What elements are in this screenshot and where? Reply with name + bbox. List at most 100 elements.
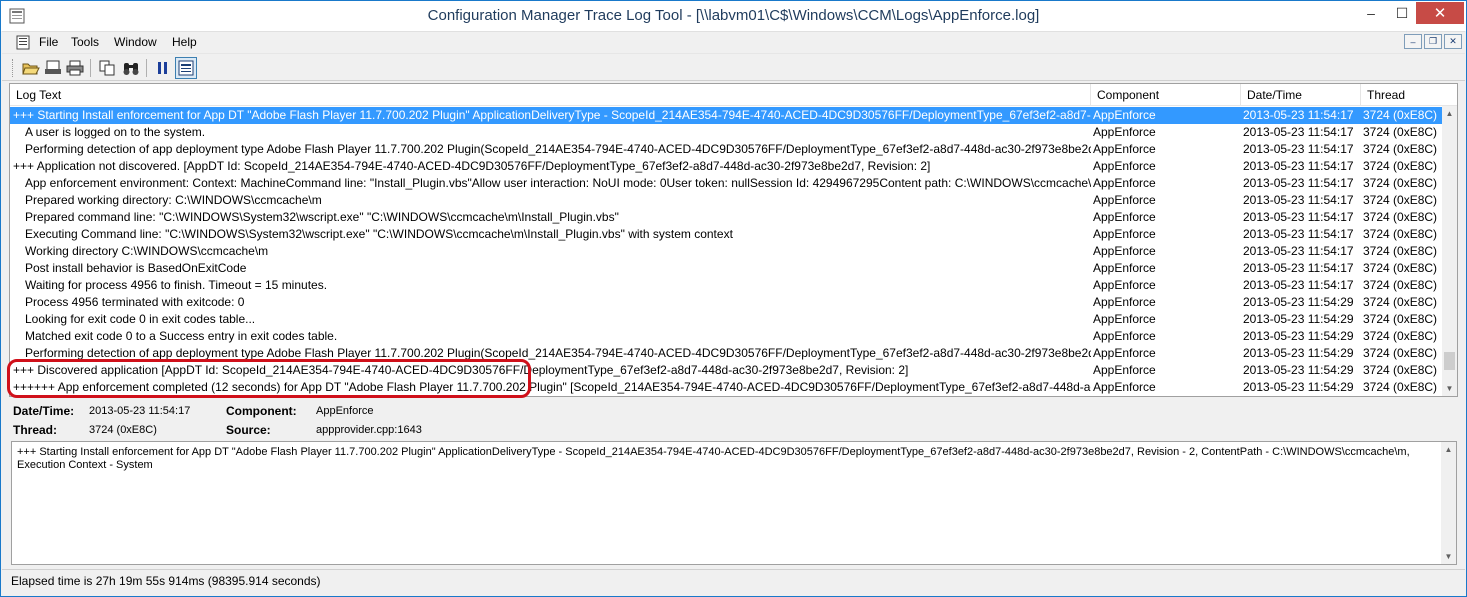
datetime-label: Date/Time: bbox=[13, 404, 75, 418]
table-row[interactable]: Matched exit code 0 to a Success entry i… bbox=[10, 328, 1442, 345]
row-thread: 3724 (0xE8C) bbox=[1363, 312, 1438, 326]
row-log-text: Performing detection of app deployment t… bbox=[25, 346, 1091, 360]
menu-tools[interactable]: Tools bbox=[71, 35, 99, 49]
table-row[interactable]: Working directory C:\WINDOWS\ccmcache\m A… bbox=[10, 243, 1442, 260]
row-component: AppEnforce bbox=[1093, 295, 1156, 309]
minimize-button[interactable]: – bbox=[1356, 2, 1386, 24]
find-icon[interactable] bbox=[120, 57, 142, 79]
table-row[interactable]: +++ Starting Install enforcement for App… bbox=[10, 107, 1442, 124]
mdi-minimize-button[interactable]: – bbox=[1404, 34, 1422, 49]
print-icon[interactable] bbox=[64, 57, 86, 79]
row-date-time: 2013-05-23 11:54:17 bbox=[1243, 261, 1354, 275]
trace-log-window: Configuration Manager Trace Log Tool - [… bbox=[0, 0, 1467, 597]
pause-icon[interactable] bbox=[152, 57, 174, 79]
column-header-date-time[interactable]: Date/Time bbox=[1241, 84, 1361, 106]
thread-label: Thread: bbox=[13, 423, 58, 437]
scroll-down-icon[interactable]: ▼ bbox=[1441, 549, 1456, 564]
maximize-button[interactable]: ☐ bbox=[1387, 2, 1417, 24]
column-header-log-text[interactable]: Log Text bbox=[10, 84, 1091, 106]
title-bar[interactable]: Configuration Manager Trace Log Tool - [… bbox=[1, 1, 1466, 31]
row-log-text: Performing detection of app deployment t… bbox=[25, 142, 1091, 156]
row-date-time: 2013-05-23 11:54:17 bbox=[1243, 210, 1354, 224]
highlight-icon[interactable] bbox=[175, 57, 197, 79]
toolbar-separator bbox=[146, 59, 147, 77]
table-row[interactable]: Executing Command line: "C:\WINDOWS\Syst… bbox=[10, 226, 1442, 243]
row-date-time: 2013-05-23 11:54:29 bbox=[1243, 346, 1354, 360]
table-row[interactable]: +++ Discovered application [AppDT Id: Sc… bbox=[10, 362, 1442, 379]
copy-icon[interactable] bbox=[96, 57, 118, 79]
row-thread: 3724 (0xE8C) bbox=[1363, 380, 1438, 394]
document-icon[interactable] bbox=[16, 35, 32, 50]
mdi-close-button[interactable]: ✕ bbox=[1444, 34, 1462, 49]
row-component: AppEnforce bbox=[1093, 329, 1156, 343]
log-list[interactable]: Log Text Component Date/Time Thread +++ … bbox=[9, 83, 1458, 397]
table-row[interactable]: Performing detection of app deployment t… bbox=[10, 141, 1442, 158]
message-scrollbar[interactable]: ▲ ▼ bbox=[1441, 442, 1456, 564]
toolbar-grip[interactable] bbox=[12, 59, 15, 77]
row-log-text: Post install behavior is BasedOnExitCode bbox=[25, 261, 247, 275]
row-log-text: Waiting for process 4956 to finish. Time… bbox=[25, 278, 328, 292]
row-thread: 3724 (0xE8C) bbox=[1363, 363, 1438, 377]
log-rows: +++ Starting Install enforcement for App… bbox=[10, 107, 1442, 396]
row-thread: 3724 (0xE8C) bbox=[1363, 244, 1438, 258]
row-component: AppEnforce bbox=[1093, 125, 1156, 139]
toolbar bbox=[2, 53, 1465, 81]
mdi-restore-button[interactable]: ❐ bbox=[1424, 34, 1442, 49]
table-row[interactable]: Prepared working directory: C:\WINDOWS\c… bbox=[10, 192, 1442, 209]
scroll-up-icon[interactable]: ▲ bbox=[1442, 106, 1457, 121]
row-thread: 3724 (0xE8C) bbox=[1363, 142, 1438, 156]
print-preview-icon[interactable] bbox=[42, 57, 64, 79]
row-log-text: Prepared command line: "C:\WINDOWS\Syste… bbox=[25, 210, 619, 224]
datetime-value: 2013-05-23 11:54:17 bbox=[89, 405, 191, 417]
table-row[interactable]: ++++++ App enforcement completed (12 sec… bbox=[10, 379, 1442, 396]
row-date-time: 2013-05-23 11:54:29 bbox=[1243, 363, 1354, 377]
close-button[interactable]: ✕ bbox=[1416, 2, 1464, 24]
table-row[interactable]: Process 4956 terminated with exitcode: 0… bbox=[10, 294, 1442, 311]
table-row[interactable]: Prepared command line: "C:\WINDOWS\Syste… bbox=[10, 209, 1442, 226]
row-component: AppEnforce bbox=[1093, 193, 1156, 207]
row-log-text: +++ Application not discovered. [AppDT I… bbox=[13, 159, 931, 173]
scroll-up-icon[interactable]: ▲ bbox=[1441, 442, 1456, 457]
mdi-controls: – ❐ ✕ bbox=[1404, 34, 1462, 49]
row-log-text: Looking for exit code 0 in exit codes ta… bbox=[25, 312, 256, 326]
table-row[interactable]: Performing detection of app deployment t… bbox=[10, 345, 1442, 362]
scroll-thumb[interactable] bbox=[1444, 352, 1455, 370]
row-thread: 3724 (0xE8C) bbox=[1363, 210, 1438, 224]
table-row[interactable]: Looking for exit code 0 in exit codes ta… bbox=[10, 311, 1442, 328]
details-panel: Date/Time: 2013-05-23 11:54:17 Component… bbox=[9, 399, 1459, 439]
menu-help[interactable]: Help bbox=[172, 35, 197, 49]
status-bar: Elapsed time is 27h 19m 55s 914ms (98395… bbox=[2, 569, 1465, 591]
row-log-text: Matched exit code 0 to a Success entry i… bbox=[25, 329, 338, 343]
row-component: AppEnforce bbox=[1093, 278, 1156, 292]
row-log-text: +++ Discovered application [AppDT Id: Sc… bbox=[13, 363, 909, 377]
table-row[interactable]: App enforcement environment: Context: Ma… bbox=[10, 175, 1442, 192]
row-component: AppEnforce bbox=[1093, 244, 1156, 258]
row-thread: 3724 (0xE8C) bbox=[1363, 159, 1438, 173]
table-row[interactable]: Waiting for process 4956 to finish. Time… bbox=[10, 277, 1442, 294]
thread-value: 3724 (0xE8C) bbox=[89, 424, 157, 436]
message-box[interactable]: +++ Starting Install enforcement for App… bbox=[11, 441, 1457, 565]
menu-file[interactable]: File bbox=[39, 35, 58, 49]
row-date-time: 2013-05-23 11:54:17 bbox=[1243, 193, 1354, 207]
log-list-scrollbar[interactable]: ▲ ▼ bbox=[1442, 106, 1457, 396]
status-text: Elapsed time is 27h 19m 55s 914ms (98395… bbox=[11, 574, 321, 588]
table-row[interactable]: A user is logged on to the system. AppEnf… bbox=[10, 124, 1442, 141]
column-header-component[interactable]: Component bbox=[1091, 84, 1241, 106]
menu-window[interactable]: Window bbox=[114, 35, 157, 49]
row-thread: 3724 (0xE8C) bbox=[1363, 176, 1438, 190]
open-icon[interactable] bbox=[20, 57, 42, 79]
row-component: AppEnforce bbox=[1093, 346, 1156, 360]
row-thread: 3724 (0xE8C) bbox=[1363, 108, 1438, 122]
row-date-time: 2013-05-23 11:54:29 bbox=[1243, 380, 1354, 394]
row-date-time: 2013-05-23 11:54:17 bbox=[1243, 176, 1354, 190]
column-header-thread[interactable]: Thread bbox=[1361, 84, 1457, 106]
component-label: Component: bbox=[226, 404, 297, 418]
menu-bar: File Tools Window Help – ❐ ✕ bbox=[2, 31, 1465, 52]
row-log-text: Process 4956 terminated with exitcode: 0 bbox=[25, 295, 245, 309]
row-component: AppEnforce bbox=[1093, 142, 1156, 156]
row-component: AppEnforce bbox=[1093, 380, 1156, 394]
table-row[interactable]: +++ Application not discovered. [AppDT I… bbox=[10, 158, 1442, 175]
window-title: Configuration Manager Trace Log Tool - [… bbox=[427, 7, 1040, 24]
scroll-down-icon[interactable]: ▼ bbox=[1442, 381, 1457, 396]
table-row[interactable]: Post install behavior is BasedOnExitCode… bbox=[10, 260, 1442, 277]
